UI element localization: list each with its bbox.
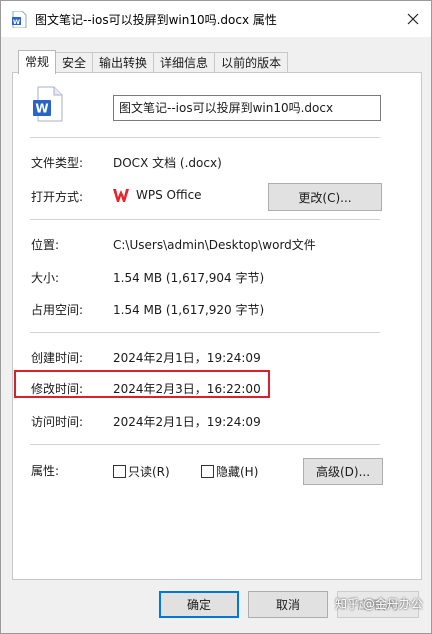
properties-dialog: W 图文笔记--ios可以投屏到win10吗.docx 属性 常规 安全 输出转… (0, 0, 432, 634)
cancel-button[interactable]: 取消 (248, 591, 328, 618)
open-with-app: WPS Office (136, 188, 202, 202)
size-value: 1.54 MB (1,617,904 字节) (113, 271, 265, 285)
tab-previous-versions[interactable]: 以前的版本 (214, 52, 289, 73)
readonly-checkbox-label[interactable]: 只读(R) (128, 463, 170, 480)
divider (30, 332, 380, 333)
disk-size-label: 占用空间: (31, 303, 84, 317)
svg-text:W: W (35, 102, 48, 116)
word-doc-icon: W (33, 86, 63, 122)
open-with-label: 打开方式: (31, 190, 84, 204)
tab-output-convert[interactable]: 输出转换 (92, 52, 155, 73)
general-panel (12, 72, 422, 580)
tab-security[interactable]: 安全 (55, 52, 94, 73)
created-label: 创建时间: (31, 351, 84, 365)
hidden-checkbox-label[interactable]: 隐藏(H) (216, 463, 258, 480)
tab-general[interactable]: 常规 (18, 50, 57, 74)
attributes-label: 属性: (31, 464, 60, 478)
modified-time-highlight (14, 370, 270, 398)
close-icon (407, 13, 419, 25)
readonly-checkbox[interactable] (113, 465, 126, 478)
change-button[interactable]: 更改(C)... (268, 183, 382, 211)
divider (30, 444, 380, 445)
svg-text:W: W (13, 18, 20, 26)
window-title: 图文笔记--ios可以投屏到win10吗.docx 属性 (35, 13, 277, 27)
divider (30, 137, 380, 138)
advanced-button[interactable]: 高级(D)... (303, 458, 383, 485)
location-label: 位置: (31, 238, 60, 252)
tab-details[interactable]: 详细信息 (153, 52, 216, 73)
tab-strip: 常规 安全 输出转换 详细信息 以前的版本 (18, 50, 289, 74)
location-value: C:\Users\admin\Desktop\word文件 (113, 238, 316, 252)
divider (30, 219, 380, 220)
disk-size-value: 1.54 MB (1,617,920 字节) (113, 303, 265, 317)
created-value: 2024年2月1日，19:24:09 (113, 351, 261, 365)
accessed-value: 2024年2月1日，19:24:09 (113, 415, 261, 429)
ok-button[interactable]: 确定 (159, 591, 239, 618)
wps-office-icon (113, 189, 129, 202)
file-type-value: DOCX 文档 (.docx) (113, 156, 222, 170)
title-bar: W 图文笔记--ios可以投屏到win10吗.docx 属性 (1, 1, 431, 37)
filename-field[interactable]: 图文笔记--ios可以投屏到win10吗.docx (113, 95, 381, 121)
file-type-label: 文件类型: (31, 156, 84, 170)
hidden-checkbox[interactable] (201, 465, 214, 478)
close-button[interactable] (399, 5, 427, 33)
watermark: 知乎 @金丹办公 (335, 597, 423, 611)
word-doc-icon: W (12, 11, 27, 28)
size-label: 大小: (31, 271, 60, 285)
accessed-label: 访问时间: (31, 415, 84, 429)
